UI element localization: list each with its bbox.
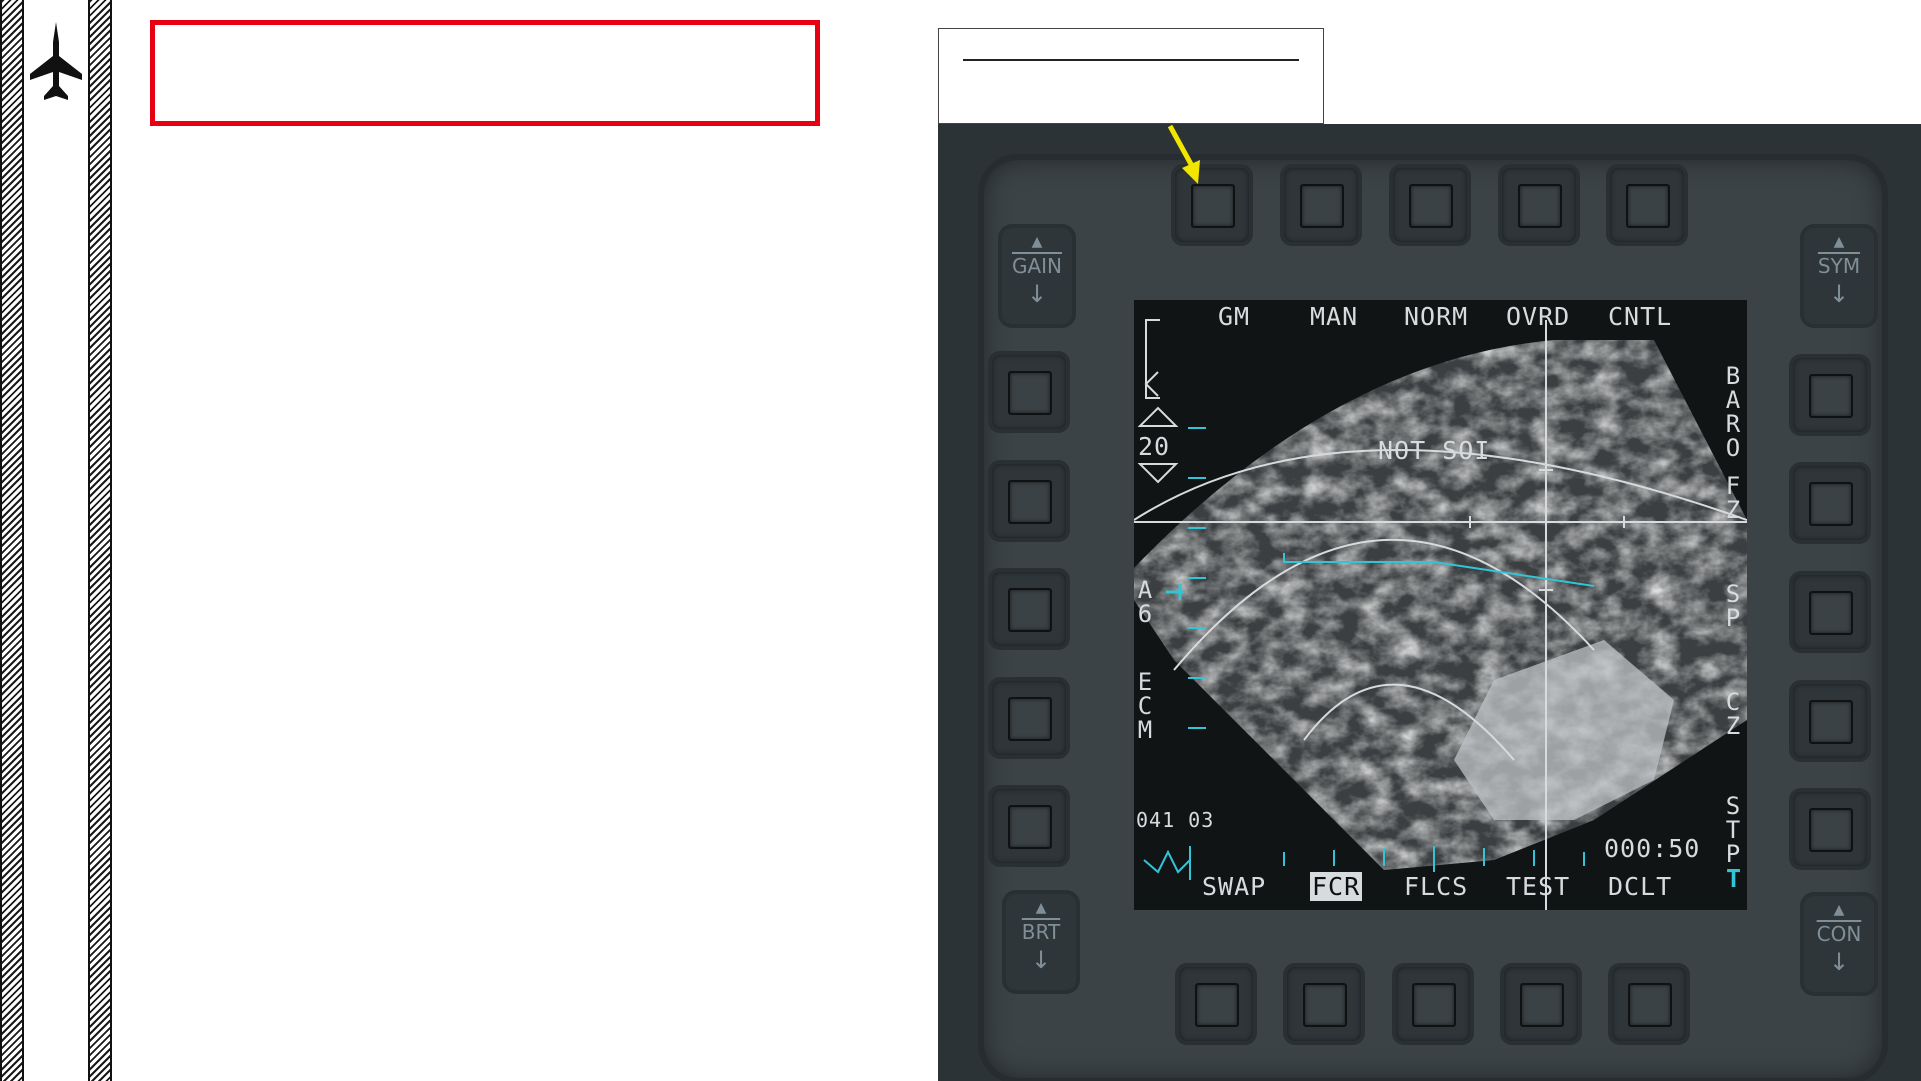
right-label-stp: STP (1725, 792, 1741, 868)
bottom-label-dclt: DCLT (1608, 872, 1673, 901)
top-label-gm: GM (1218, 302, 1251, 331)
brt-label: BRT (1021, 920, 1061, 944)
osb-right-3[interactable] (1793, 575, 1867, 649)
sym-label: SYM (1817, 254, 1861, 278)
bottom-label-swap: SWAP (1202, 872, 1267, 901)
callout-line (963, 59, 1299, 61)
gain-rocker[interactable]: ▲ GAIN ↓ (1002, 228, 1072, 324)
left-label-a6: A6 (1137, 576, 1153, 628)
osb-bottom-4[interactable] (1504, 967, 1578, 1041)
con-rocker[interactable]: ▲ CON ↓ (1804, 896, 1874, 992)
rocker-up-icon: ▲ (1035, 900, 1047, 916)
fighter-jet-icon (30, 22, 82, 100)
right-label-cz: CZ (1725, 688, 1741, 740)
bottom-label-flcs: FLCS (1404, 872, 1469, 901)
coords-readout: 041 03 (1136, 808, 1215, 832)
title-box (150, 20, 820, 126)
mfd-screen: GM MAN NORM OVRD CNTL 20 NOT SOI 041 03 … (1134, 300, 1747, 910)
osb-left-5[interactable] (992, 789, 1066, 863)
osb-top-3[interactable] (1393, 168, 1467, 242)
t-marker: T (1726, 864, 1743, 893)
top-label-norm: NORM (1404, 302, 1469, 331)
rocker-down-icon: ↓ (1026, 280, 1048, 308)
range-value: 20 (1138, 432, 1171, 461)
osb-right-4[interactable] (1793, 684, 1867, 758)
rocker-up-icon: ▲ (1031, 234, 1043, 250)
right-label-sp: SP (1725, 580, 1741, 632)
brt-rocker[interactable]: ▲ BRT ↓ (1006, 894, 1076, 990)
osb-right-5[interactable] (1793, 792, 1867, 866)
top-label-cntl: CNTL (1608, 302, 1673, 331)
osb-bottom-1[interactable] (1179, 967, 1253, 1041)
osb-bottom-3[interactable] (1396, 967, 1470, 1041)
bottom-label-test: TEST (1506, 872, 1571, 901)
right-label-fz: FZ (1725, 472, 1741, 524)
mfd-panel: ▲ GAIN ↓ ▲ SYM ↓ ▲ BRT ↓ ▲ CON ↓ GM MAN … (938, 124, 1921, 1081)
osb-top-2[interactable] (1284, 168, 1358, 242)
top-label-man: MAN (1310, 302, 1359, 331)
rocker-up-icon: ▲ (1833, 902, 1845, 918)
top-label-ovrd: OVRD (1506, 302, 1571, 331)
bottom-label-fcr: FCR (1310, 872, 1363, 901)
osb-top-5[interactable] (1610, 168, 1684, 242)
left-label-ecm: ECM (1137, 668, 1153, 744)
osb-bottom-5[interactable] (1612, 967, 1686, 1041)
yellow-arrow-icon (1167, 124, 1200, 184)
rocker-up-icon: ▲ (1833, 234, 1845, 250)
sym-rocker[interactable]: ▲ SYM ↓ (1804, 228, 1874, 324)
gain-label: GAIN (1011, 254, 1063, 278)
right-label-baro: BARO (1725, 362, 1741, 462)
hatched-border-right (88, 0, 112, 1081)
hatched-border-left (0, 0, 24, 1081)
osb-left-1[interactable] (992, 355, 1066, 429)
osb-bottom-2[interactable] (1287, 967, 1361, 1041)
ground-map-radar-image (1134, 300, 1747, 910)
rocker-down-icon: ↓ (1828, 280, 1850, 308)
osb-left-3[interactable] (992, 572, 1066, 646)
not-soi-label: NOT SOI (1378, 436, 1491, 465)
timer-readout: 000:50 (1604, 834, 1701, 863)
osb-top-4[interactable] (1502, 168, 1576, 242)
osb-left-2[interactable] (992, 464, 1066, 538)
callout-box (938, 28, 1324, 124)
rocker-down-icon: ↓ (1030, 946, 1052, 974)
osb-right-2[interactable] (1793, 466, 1867, 540)
osb-left-4[interactable] (992, 681, 1066, 755)
osb-right-1[interactable] (1793, 358, 1867, 432)
rocker-down-icon: ↓ (1828, 948, 1850, 976)
con-label: CON (1816, 922, 1862, 946)
